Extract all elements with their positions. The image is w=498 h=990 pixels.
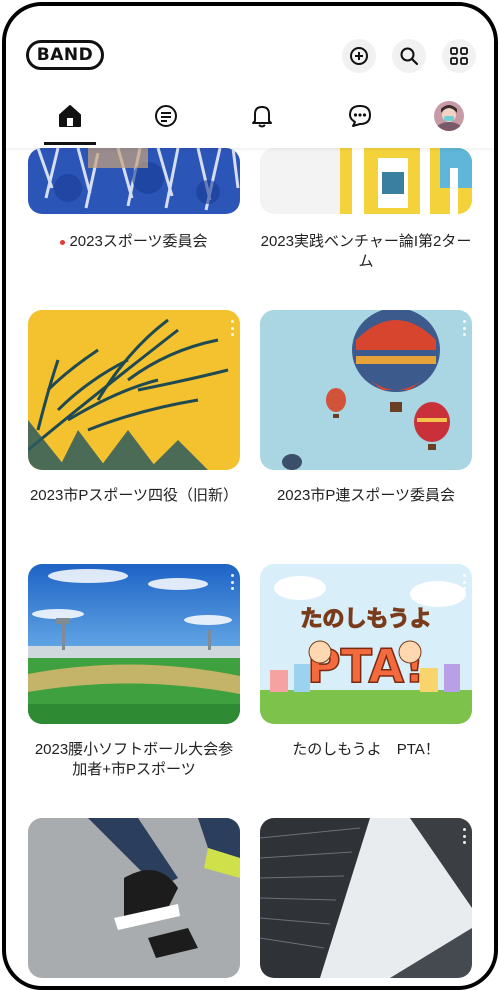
bell-icon — [252, 106, 272, 128]
more-options-icon[interactable] — [462, 828, 466, 844]
phone-frame: 2023スポーツ委員会 2023実践ベンチャー論I第2ターム 2023市Pスポー… — [2, 2, 498, 990]
tab-home[interactable] — [45, 96, 95, 136]
feed-icon — [155, 105, 177, 127]
more-options-icon[interactable] — [462, 574, 466, 590]
search-button[interactable] — [392, 39, 426, 73]
tab-feed[interactable] — [141, 96, 191, 136]
band-cover-pompoms — [28, 148, 240, 214]
active-tab-indicator — [44, 142, 96, 145]
profile-avatar — [434, 101, 464, 131]
band-name: 2023市P連スポーツ委員会 — [276, 487, 456, 504]
tab-notifications[interactable] — [237, 96, 287, 136]
home-icon — [59, 105, 81, 127]
band-cover-building — [260, 148, 472, 214]
tab-chat[interactable] — [335, 96, 385, 136]
add-icon — [350, 47, 368, 65]
band-cover-pta-banner: たのしもうよ PTA! — [260, 564, 472, 724]
more-options-icon[interactable] — [462, 320, 466, 336]
tab-profile[interactable] — [424, 96, 474, 136]
add-button[interactable] — [342, 39, 376, 73]
band-cover-skyscrapers — [260, 818, 472, 978]
band-name: たのしもうよ PTA！ — [292, 741, 440, 758]
more-menu-button[interactable] — [442, 39, 476, 73]
band-list: 2023スポーツ委員会 2023実践ベンチャー論I第2ターム 2023市Pスポー… — [6, 6, 494, 986]
band-name: 2023市Pスポーツ四役（旧新） — [29, 487, 239, 504]
band-name: 2023スポーツ委員会 — [28, 232, 240, 252]
search-icon — [400, 47, 419, 66]
band-cover-stadium — [28, 564, 240, 724]
band-name: 2023腰小ソフトボール大会参加者+市Pスポーツ — [34, 741, 234, 778]
grid-icon — [450, 47, 468, 65]
band-logo[interactable]: BAND — [26, 40, 104, 70]
band-cover-running-shoes — [28, 818, 240, 978]
band-cover-palm-leaves — [28, 310, 240, 470]
more-options-icon[interactable] — [230, 574, 234, 590]
band-cover-balloons — [260, 310, 472, 470]
svg-text:たのしもうよ: たのしもうよ — [300, 607, 431, 632]
app-header: BAND — [6, 6, 494, 148]
more-options-icon[interactable] — [230, 320, 234, 336]
chat-icon — [349, 105, 371, 127]
band-name: 2023実践ベンチャー論I第2ターム — [260, 233, 472, 270]
unread-dot — [60, 239, 66, 245]
